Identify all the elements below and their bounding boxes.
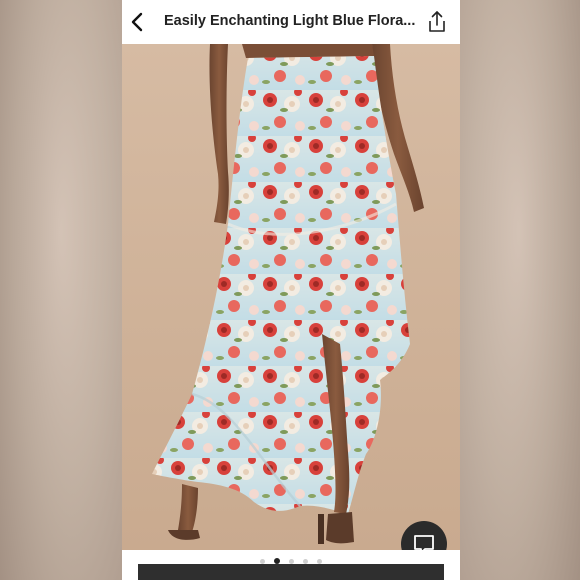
pagination-dot[interactable]	[260, 558, 265, 564]
product-photo[interactable]	[122, 44, 460, 550]
share-icon	[429, 11, 445, 32]
blurred-background-right	[458, 0, 580, 580]
chevron-left-icon	[131, 12, 143, 32]
product-image	[122, 44, 460, 550]
share-button[interactable]	[424, 8, 450, 36]
app-screen: Easily Enchanting Light Blue Flora...	[122, 0, 460, 580]
page-title: Easily Enchanting Light Blue Flora...	[164, 13, 416, 29]
blurred-background-left	[0, 0, 122, 580]
pagination-dot[interactable]	[289, 558, 294, 564]
top-navigation-bar: Easily Enchanting Light Blue Flora...	[122, 0, 460, 44]
chat-bubble-icon	[414, 535, 434, 550]
pagination-dot[interactable]	[303, 558, 308, 564]
back-button[interactable]	[124, 8, 150, 36]
pagination-dot[interactable]	[317, 558, 322, 564]
bottom-action-bar[interactable]	[138, 564, 444, 580]
